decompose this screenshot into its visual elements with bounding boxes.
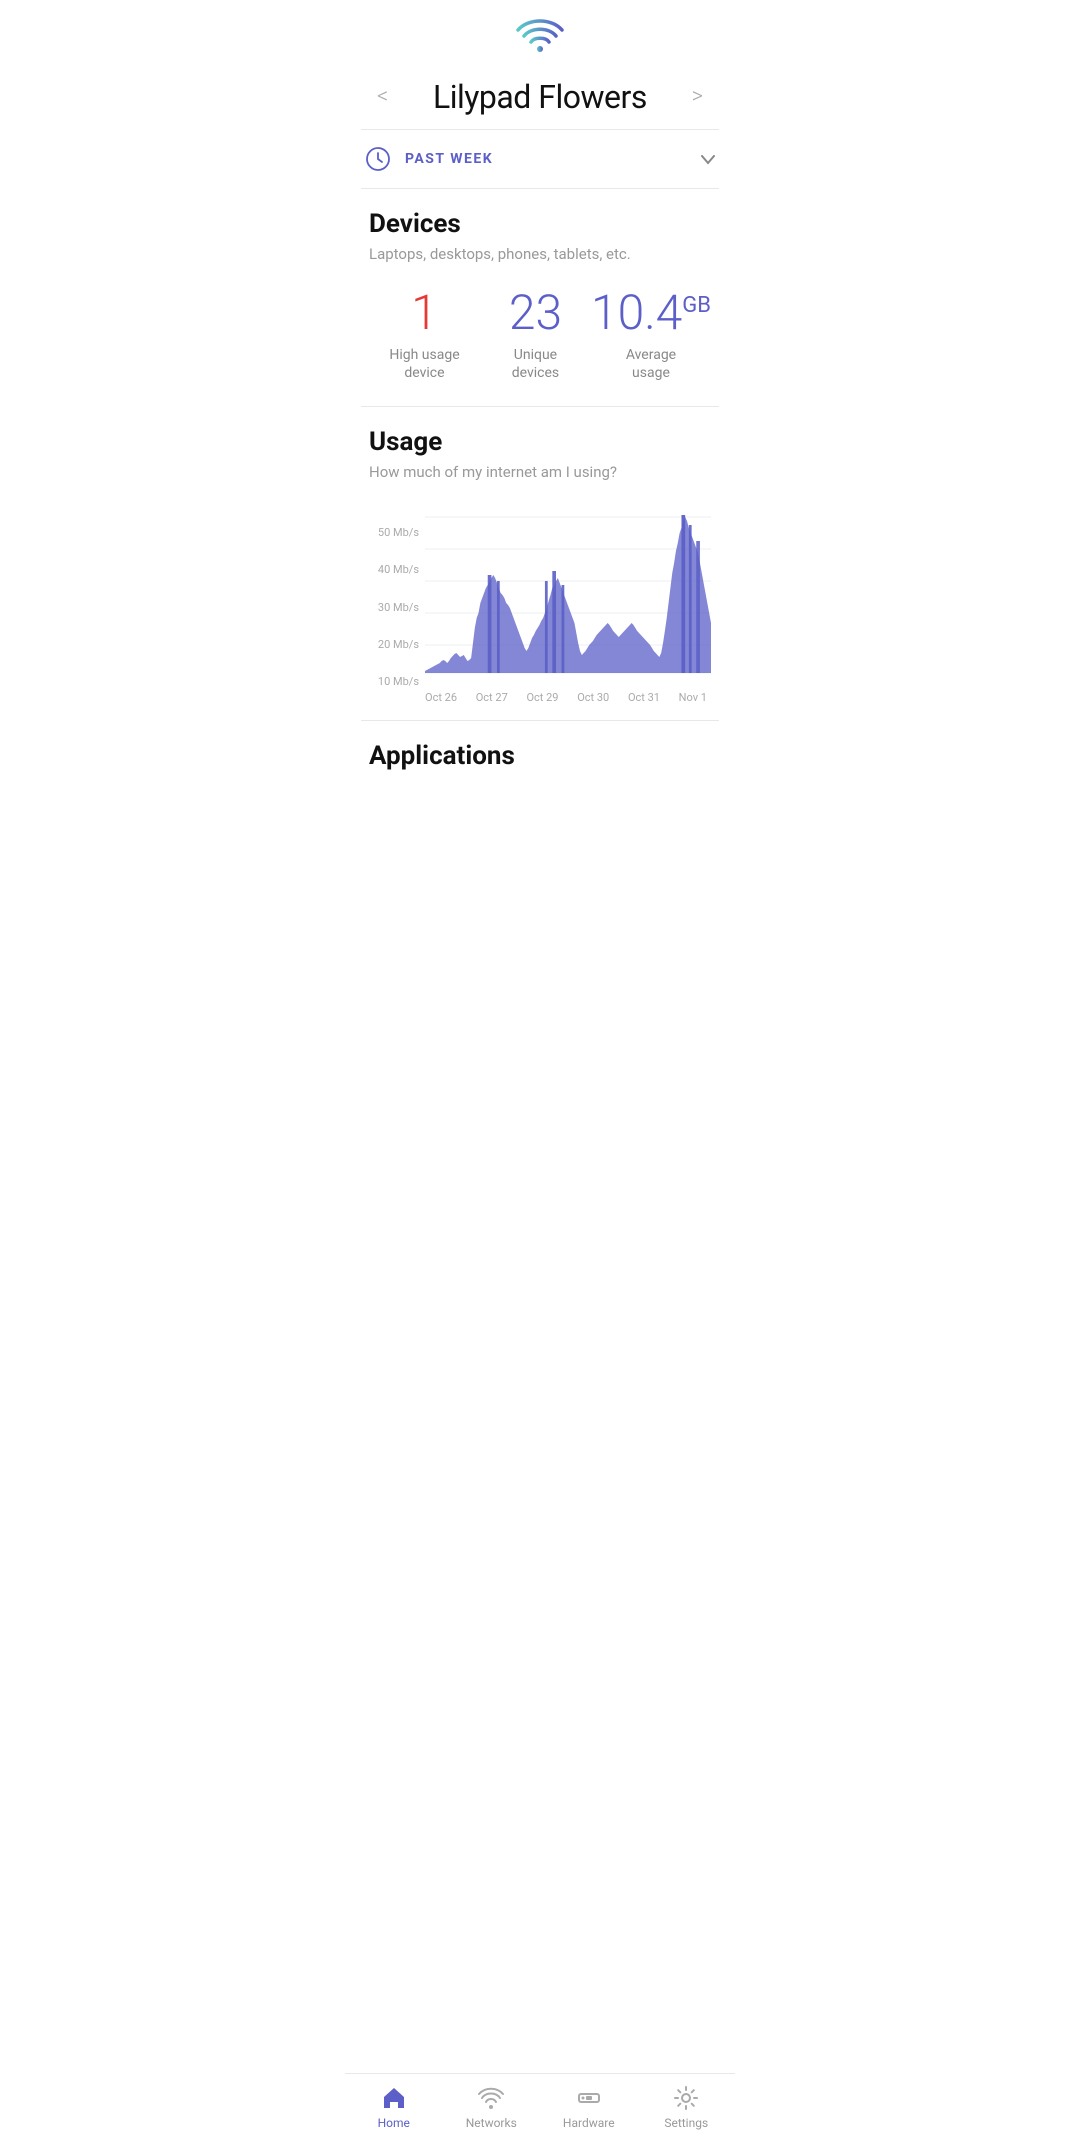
networks-icon (477, 2084, 505, 2112)
x-label-oct26: Oct 26 (425, 691, 457, 704)
high-usage-label: High usagedevice (369, 346, 480, 382)
average-usage-label: Averageusage (591, 346, 711, 382)
hardware-icon (575, 2084, 603, 2112)
x-label-oct27: Oct 27 (476, 691, 508, 704)
time-period-selector[interactable]: PAST WEEK (345, 130, 735, 188)
unique-devices-value: 23 (480, 287, 591, 340)
nav-home-label: Home (378, 2116, 410, 2130)
nav-settings-label: Settings (664, 2116, 708, 2130)
unique-devices-stat: 23 Uniquedevices (480, 287, 591, 382)
usage-section-subtitle: How much of my internet am I using? (369, 463, 711, 481)
y-label-50: 50 Mb/s (369, 527, 419, 538)
nav-hardware-button[interactable]: Hardware (540, 2084, 638, 2130)
nav-networks-label: Networks (466, 2116, 517, 2130)
nav-home-button[interactable]: Home (345, 2084, 443, 2130)
devices-section-subtitle: Laptops, desktops, phones, tablets, etc. (369, 245, 711, 263)
next-nav-button[interactable]: > (684, 76, 711, 117)
x-label-oct29: Oct 29 (526, 691, 558, 704)
nav-hardware-label: Hardware (563, 2116, 615, 2130)
high-usage-stat: 1 High usagedevice (369, 287, 480, 382)
page-title: Lilypad Flowers (433, 78, 647, 116)
devices-stats-row: 1 High usagedevice 23 Uniquedevices 10.4… (369, 287, 711, 382)
chart-area: 50 Mb/s 40 Mb/s 30 Mb/s 20 Mb/s 10 Mb/s (369, 513, 711, 687)
usage-section: Usage How much of my internet am I using… (345, 407, 735, 720)
y-label-10: 10 Mb/s (369, 676, 419, 687)
x-label-nov1: Nov 1 (679, 691, 707, 704)
high-usage-value: 1 (369, 287, 480, 340)
y-label-20: 20 Mb/s (369, 639, 419, 650)
average-usage-stat: 10.4GB Averageusage (591, 287, 711, 382)
prev-nav-button[interactable]: < (369, 76, 396, 117)
bottom-nav: Home Networks Hardware Settings (345, 2073, 735, 2146)
applications-section: Applications (345, 721, 735, 771)
nav-settings-button[interactable]: Settings (638, 2084, 736, 2130)
average-usage-unit: GB (682, 293, 711, 318)
usage-section-title: Usage (369, 427, 711, 457)
wifi-logo-icon (345, 0, 735, 60)
usage-chart-container: 50 Mb/s 40 Mb/s 30 Mb/s 20 Mb/s 10 Mb/s (369, 505, 711, 704)
average-usage-value: 10.4GB (591, 287, 711, 340)
settings-icon (672, 2084, 700, 2112)
usage-chart-svg (425, 513, 711, 683)
applications-section-title: Applications (369, 741, 711, 771)
unique-devices-label: Uniquedevices (480, 346, 591, 382)
y-label-30: 30 Mb/s (369, 602, 419, 613)
x-label-oct30: Oct 30 (577, 691, 609, 704)
y-label-40: 40 Mb/s (369, 564, 419, 575)
chevron-down-icon (701, 150, 715, 169)
chart-graph (425, 513, 711, 687)
nav-networks-button[interactable]: Networks (443, 2084, 541, 2130)
time-period-label: PAST WEEK (405, 151, 701, 167)
home-icon (380, 2084, 408, 2112)
page-header: < Lilypad Flowers > (345, 60, 735, 129)
clock-icon (365, 146, 391, 172)
devices-section-title: Devices (369, 209, 711, 239)
devices-section: Devices Laptops, desktops, phones, table… (345, 189, 735, 406)
x-label-oct31: Oct 31 (628, 691, 660, 704)
x-axis: Oct 26 Oct 27 Oct 29 Oct 30 Oct 31 Nov 1 (369, 687, 707, 704)
